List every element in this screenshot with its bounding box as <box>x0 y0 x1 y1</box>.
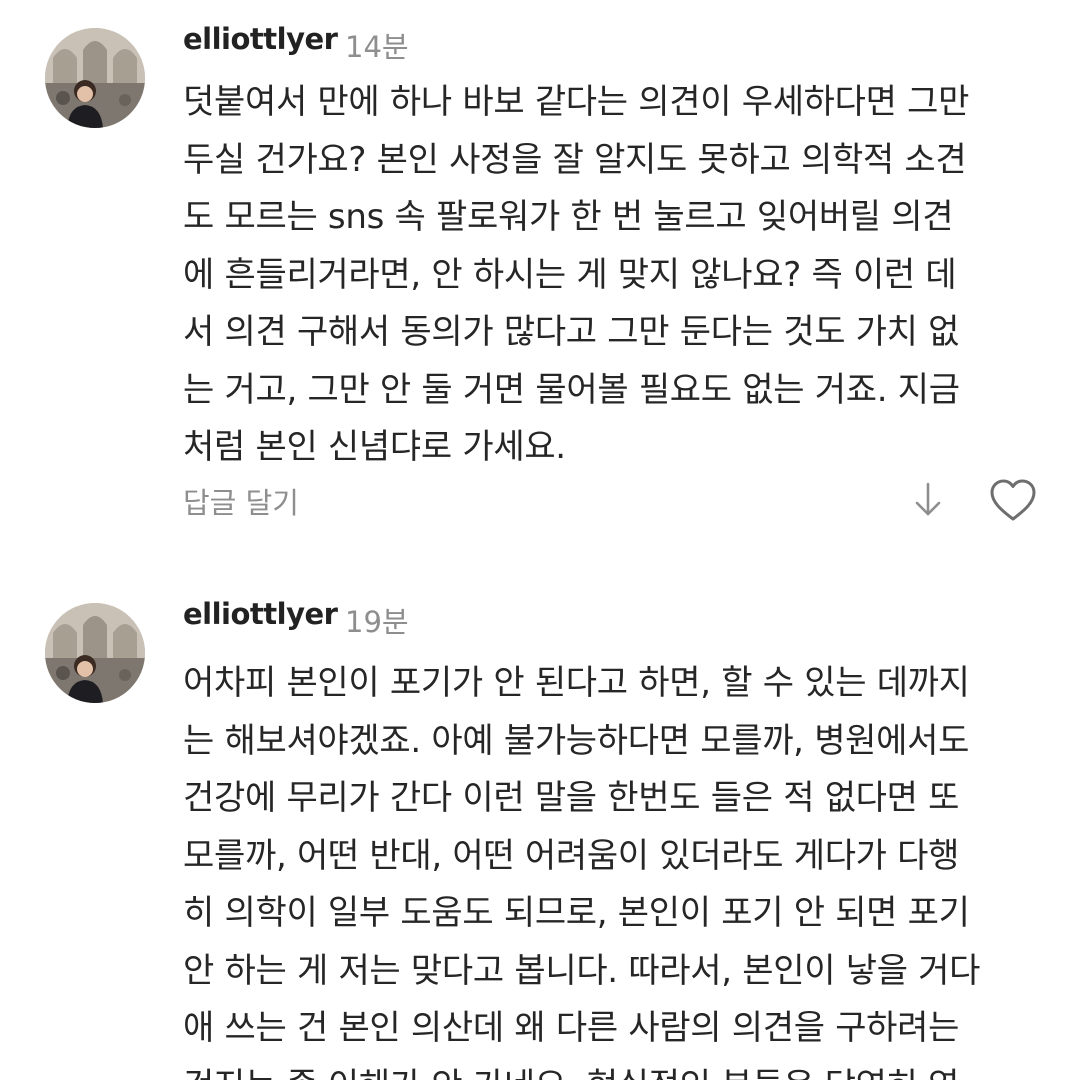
comment-line: 건강에 무리가 간다 이런 말을 한번도 들은 적 없다면 또 <box>183 778 960 818</box>
comment-line: 는 해보셔야겠죠. 아예 불가능하다면 모를까, 병원에서도 <box>183 720 970 761</box>
comment-item: elliottlyer 19분 어차피 본인이 포기가 안 된다고 하면, 할 … <box>0 0 1080 1080</box>
timestamp: 19분 <box>345 605 409 639</box>
avatar[interactable] <box>45 603 145 703</box>
comment-line: 건지는 좀 이해가 안 가네요. 현실적인 분들은 당연히 염 <box>183 1058 1053 1080</box>
comment-line: 히 의학이 일부 도움도 되므로, 본인이 포기 안 되면 포기 <box>183 893 970 933</box>
comment-line: 어차피 본인이 포기가 안 된다고 하면, 할 수 있는 데까지 <box>183 663 970 703</box>
comment-text: 어차피 본인이 포기가 안 된다고 하면, 할 수 있는 데까지 는 해보셔야겠… <box>183 655 1053 1080</box>
username[interactable]: elliottlyer <box>183 597 338 631</box>
comment-line: 애 쓰는 건 본인 의산데 왜 다른 사람의 의견을 구하려는 <box>183 1008 960 1048</box>
comment-line: 안 하는 게 저는 맞다고 봅니다. 따라서, 본인이 낳을 거다 <box>183 950 981 991</box>
comment-line: 모를까, 어떤 반대, 어떤 어려움이 있더라도 게다가 다행 <box>183 835 960 876</box>
comment-feed: elliottlyer 14분 덧붙여서 만에 하나 바보 같다는 의견이 우세… <box>0 0 1080 1080</box>
